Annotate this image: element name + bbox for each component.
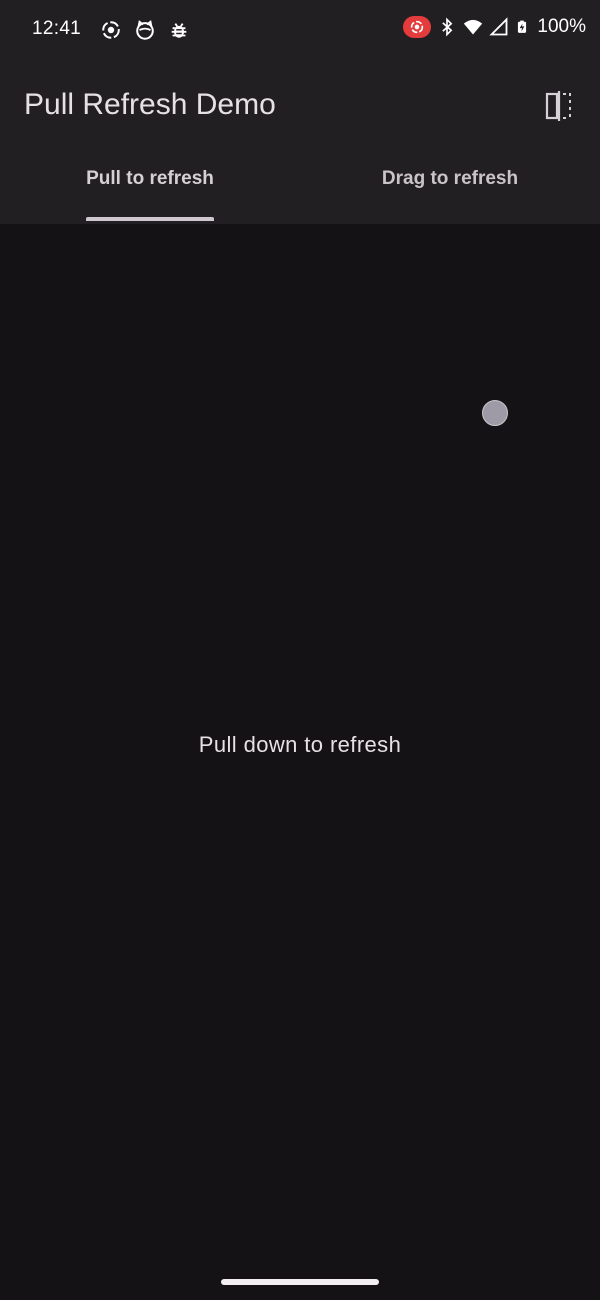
screen-record-icon <box>102 21 120 39</box>
top-app-bar: Pull Refresh Demo Pull to refresh Drag t… <box>0 60 600 224</box>
page-title: Pull Refresh Demo <box>24 88 276 121</box>
battery-level: 100% <box>537 16 586 37</box>
bluetooth-icon <box>442 17 453 37</box>
signal-icon <box>489 17 508 36</box>
tab-label: Drag to refresh <box>381 168 519 189</box>
bug-icon <box>171 23 187 38</box>
tab-pull-to-refresh[interactable]: Pull to refresh <box>0 168 300 224</box>
tab-selected-indicator <box>86 217 214 221</box>
home-indicator[interactable] <box>221 1279 379 1285</box>
status-time: 12:41 <box>32 18 82 39</box>
refresh-content[interactable]: Pull down to refresh <box>0 224 600 1300</box>
tab-label: Pull to refresh <box>86 168 214 189</box>
fold-screen-icon[interactable] <box>544 90 574 122</box>
cat-face-icon <box>136 20 154 40</box>
battery-charging-icon <box>518 20 527 33</box>
screen-record-pill-icon <box>403 16 432 38</box>
wifi-icon <box>464 19 483 35</box>
pull-down-message: Pull down to refresh <box>198 732 402 757</box>
status-bar: 12:41 100% <box>0 0 600 60</box>
tab-drag-to-refresh[interactable]: Drag to refresh <box>300 168 600 224</box>
pull-refresh-indicator <box>482 400 508 426</box>
